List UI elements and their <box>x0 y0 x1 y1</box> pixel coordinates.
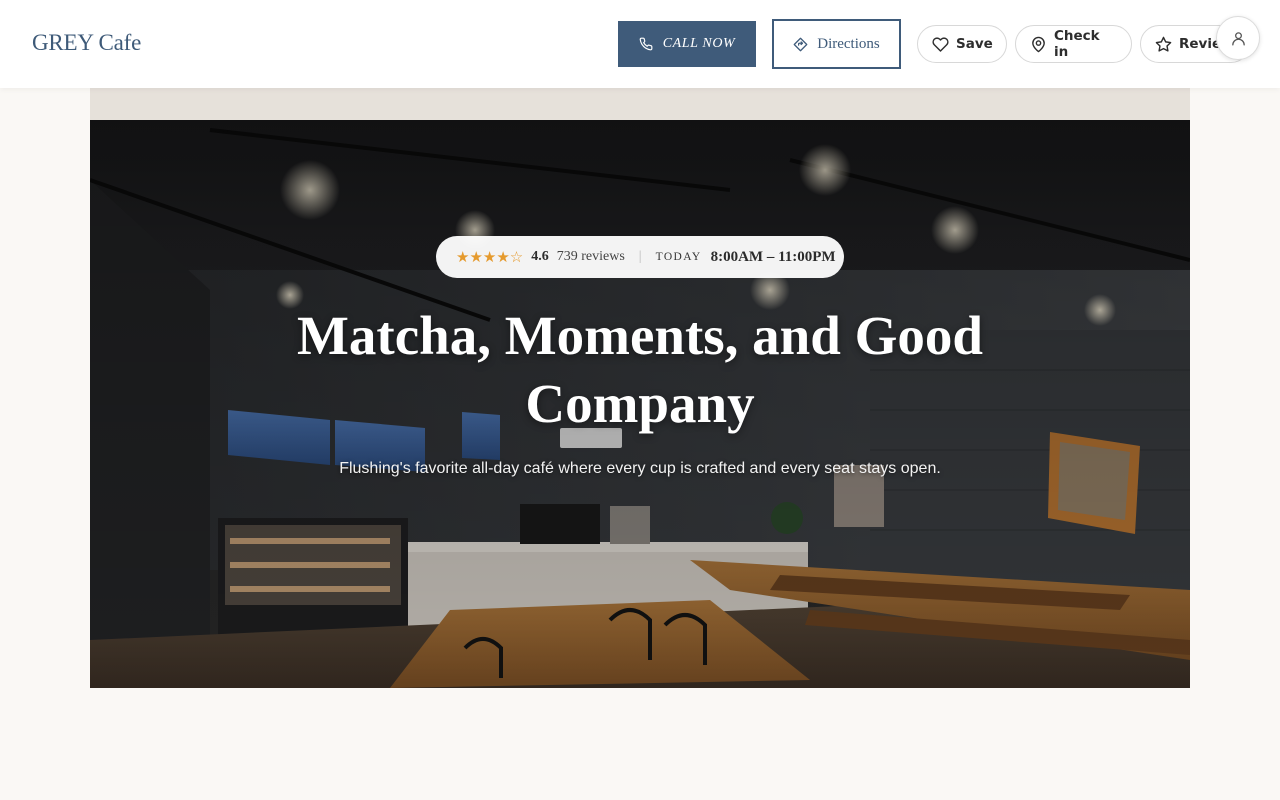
directions-button[interactable]: Directions <box>772 19 901 69</box>
site-header: GREY Cafe CALL NOW Directions Save Check… <box>0 0 1280 88</box>
heart-icon <box>932 36 949 53</box>
directions-icon <box>793 37 808 52</box>
review-count[interactable]: 739 reviews <box>557 249 625 265</box>
user-icon <box>1230 30 1247 47</box>
account-button[interactable] <box>1216 16 1260 60</box>
check-in-label: Check in <box>1054 28 1100 60</box>
call-now-label: CALL NOW <box>662 36 736 51</box>
hero-top-band <box>90 88 1190 120</box>
opening-hours: 8:00AM – 11:00PM <box>710 248 836 265</box>
hero-subtitle: Flushing's favorite all-day café where e… <box>339 460 941 477</box>
rating-value: 4.6 <box>531 249 549 264</box>
brand-logo[interactable]: GREY Cafe <box>32 30 141 56</box>
save-label: Save <box>956 36 993 52</box>
star-icon <box>1155 36 1172 53</box>
today-label: TODAY <box>655 251 702 263</box>
rating-hours-pill: ★★★★☆ 4.6 739 reviews | TODAY 8:00AM – 1… <box>436 236 844 278</box>
hero-banner: ★★★★☆ 4.6 739 reviews | TODAY 8:00AM – 1… <box>90 120 1190 688</box>
check-in-button[interactable]: Check in <box>1015 25 1132 63</box>
save-button[interactable]: Save <box>917 25 1007 63</box>
rating-stars: ★★★★☆ <box>456 249 524 266</box>
call-now-button[interactable]: CALL NOW <box>618 21 756 67</box>
pill-separator: | <box>638 249 642 264</box>
directions-label: Directions <box>817 35 880 52</box>
phone-icon <box>639 37 653 51</box>
map-pin-icon <box>1030 36 1047 53</box>
hero-headline: Matcha, Moments, and Good Company <box>297 305 983 434</box>
